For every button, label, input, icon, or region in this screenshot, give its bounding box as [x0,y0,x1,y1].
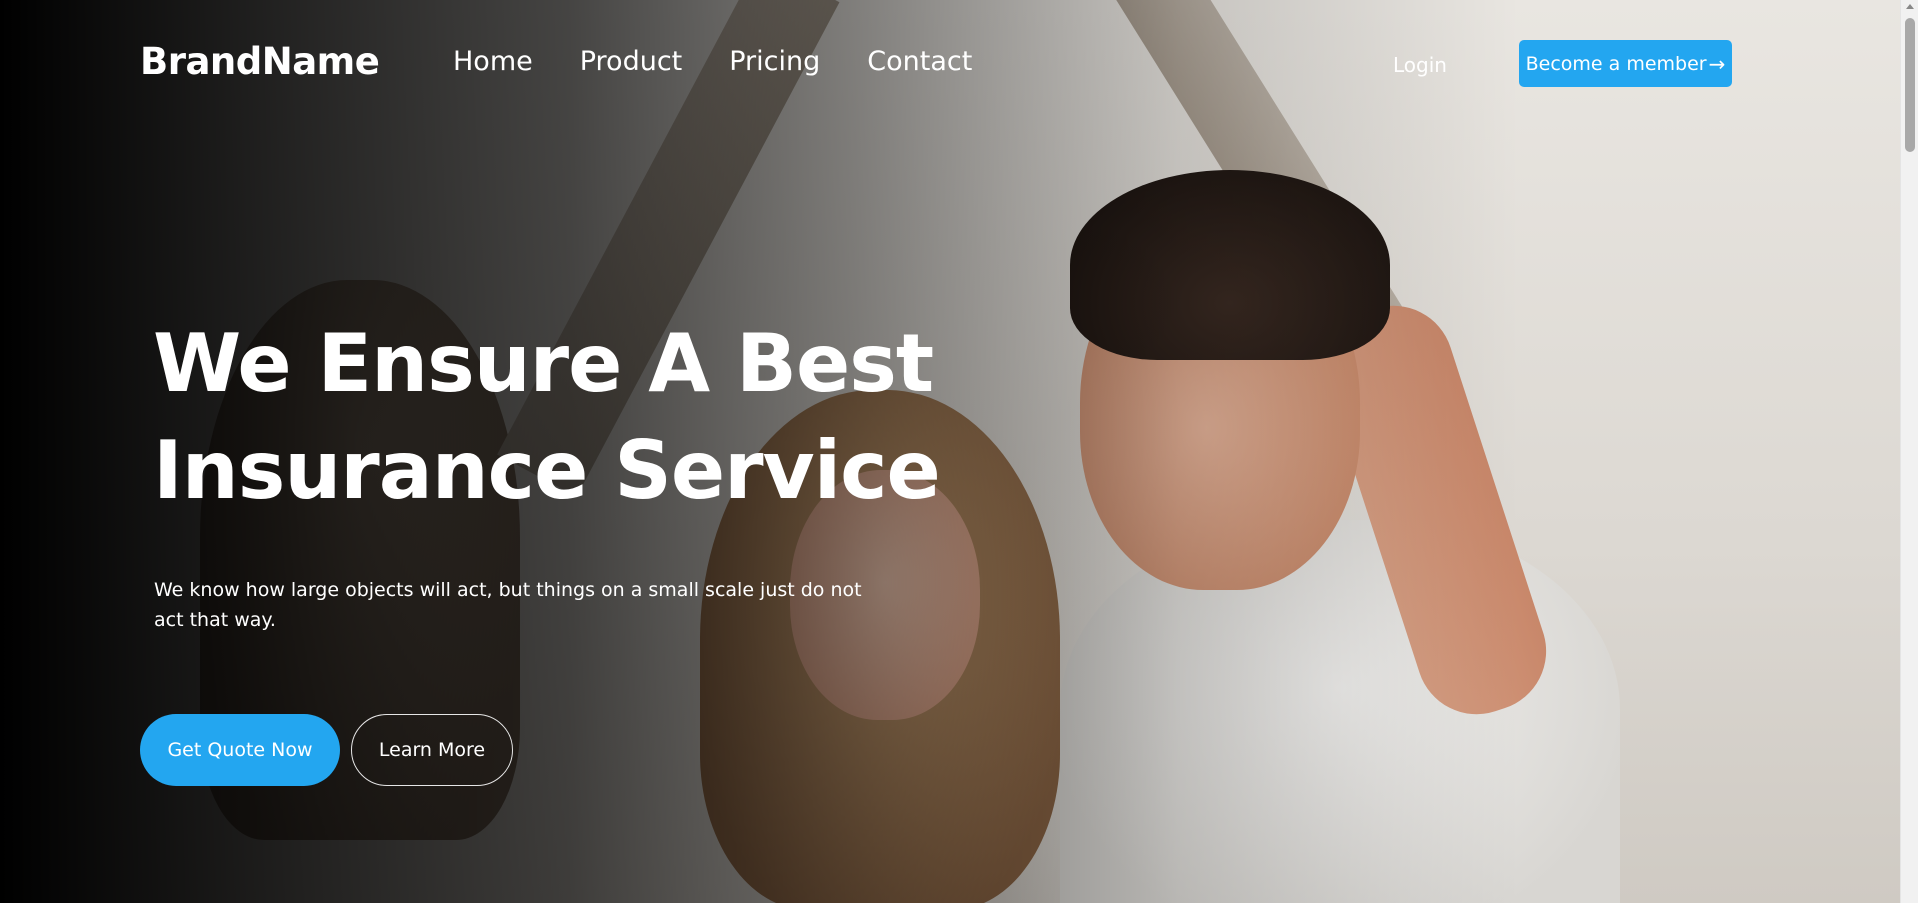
brand-logo[interactable]: BrandName [140,40,380,83]
scroll-up-arrow-icon[interactable] [1906,4,1914,9]
nav-link-product[interactable]: Product [580,46,683,77]
become-member-label: Become a member [1525,52,1707,75]
nav-links: Home Product Pricing Contact [453,46,1019,77]
learn-more-button[interactable]: Learn More [351,714,513,786]
arrow-right-icon: → [1708,51,1726,76]
nav-link-pricing[interactable]: Pricing [729,46,820,77]
nav-link-contact[interactable]: Contact [867,46,972,77]
scroll-thumb[interactable] [1905,18,1915,152]
vertical-scrollbar[interactable] [1900,0,1918,903]
hero-subtitle: We know how large objects will act, but … [154,579,862,631]
hero-title-line-1: We Ensure A Best [153,317,934,410]
hero-title-line-2: Insurance Service [153,424,941,517]
nav-link-home[interactable]: Home [453,46,533,77]
top-navigation: BrandName Home Product Pricing Contact L… [0,0,1900,130]
get-quote-button[interactable]: Get Quote Now [140,714,340,786]
become-member-button[interactable]: Become a member → [1519,40,1732,87]
login-link[interactable]: Login [1393,53,1447,77]
page-viewport: BrandName Home Product Pricing Contact L… [0,0,1900,903]
hero-title: We Ensure A Best Insurance Service [153,310,953,524]
